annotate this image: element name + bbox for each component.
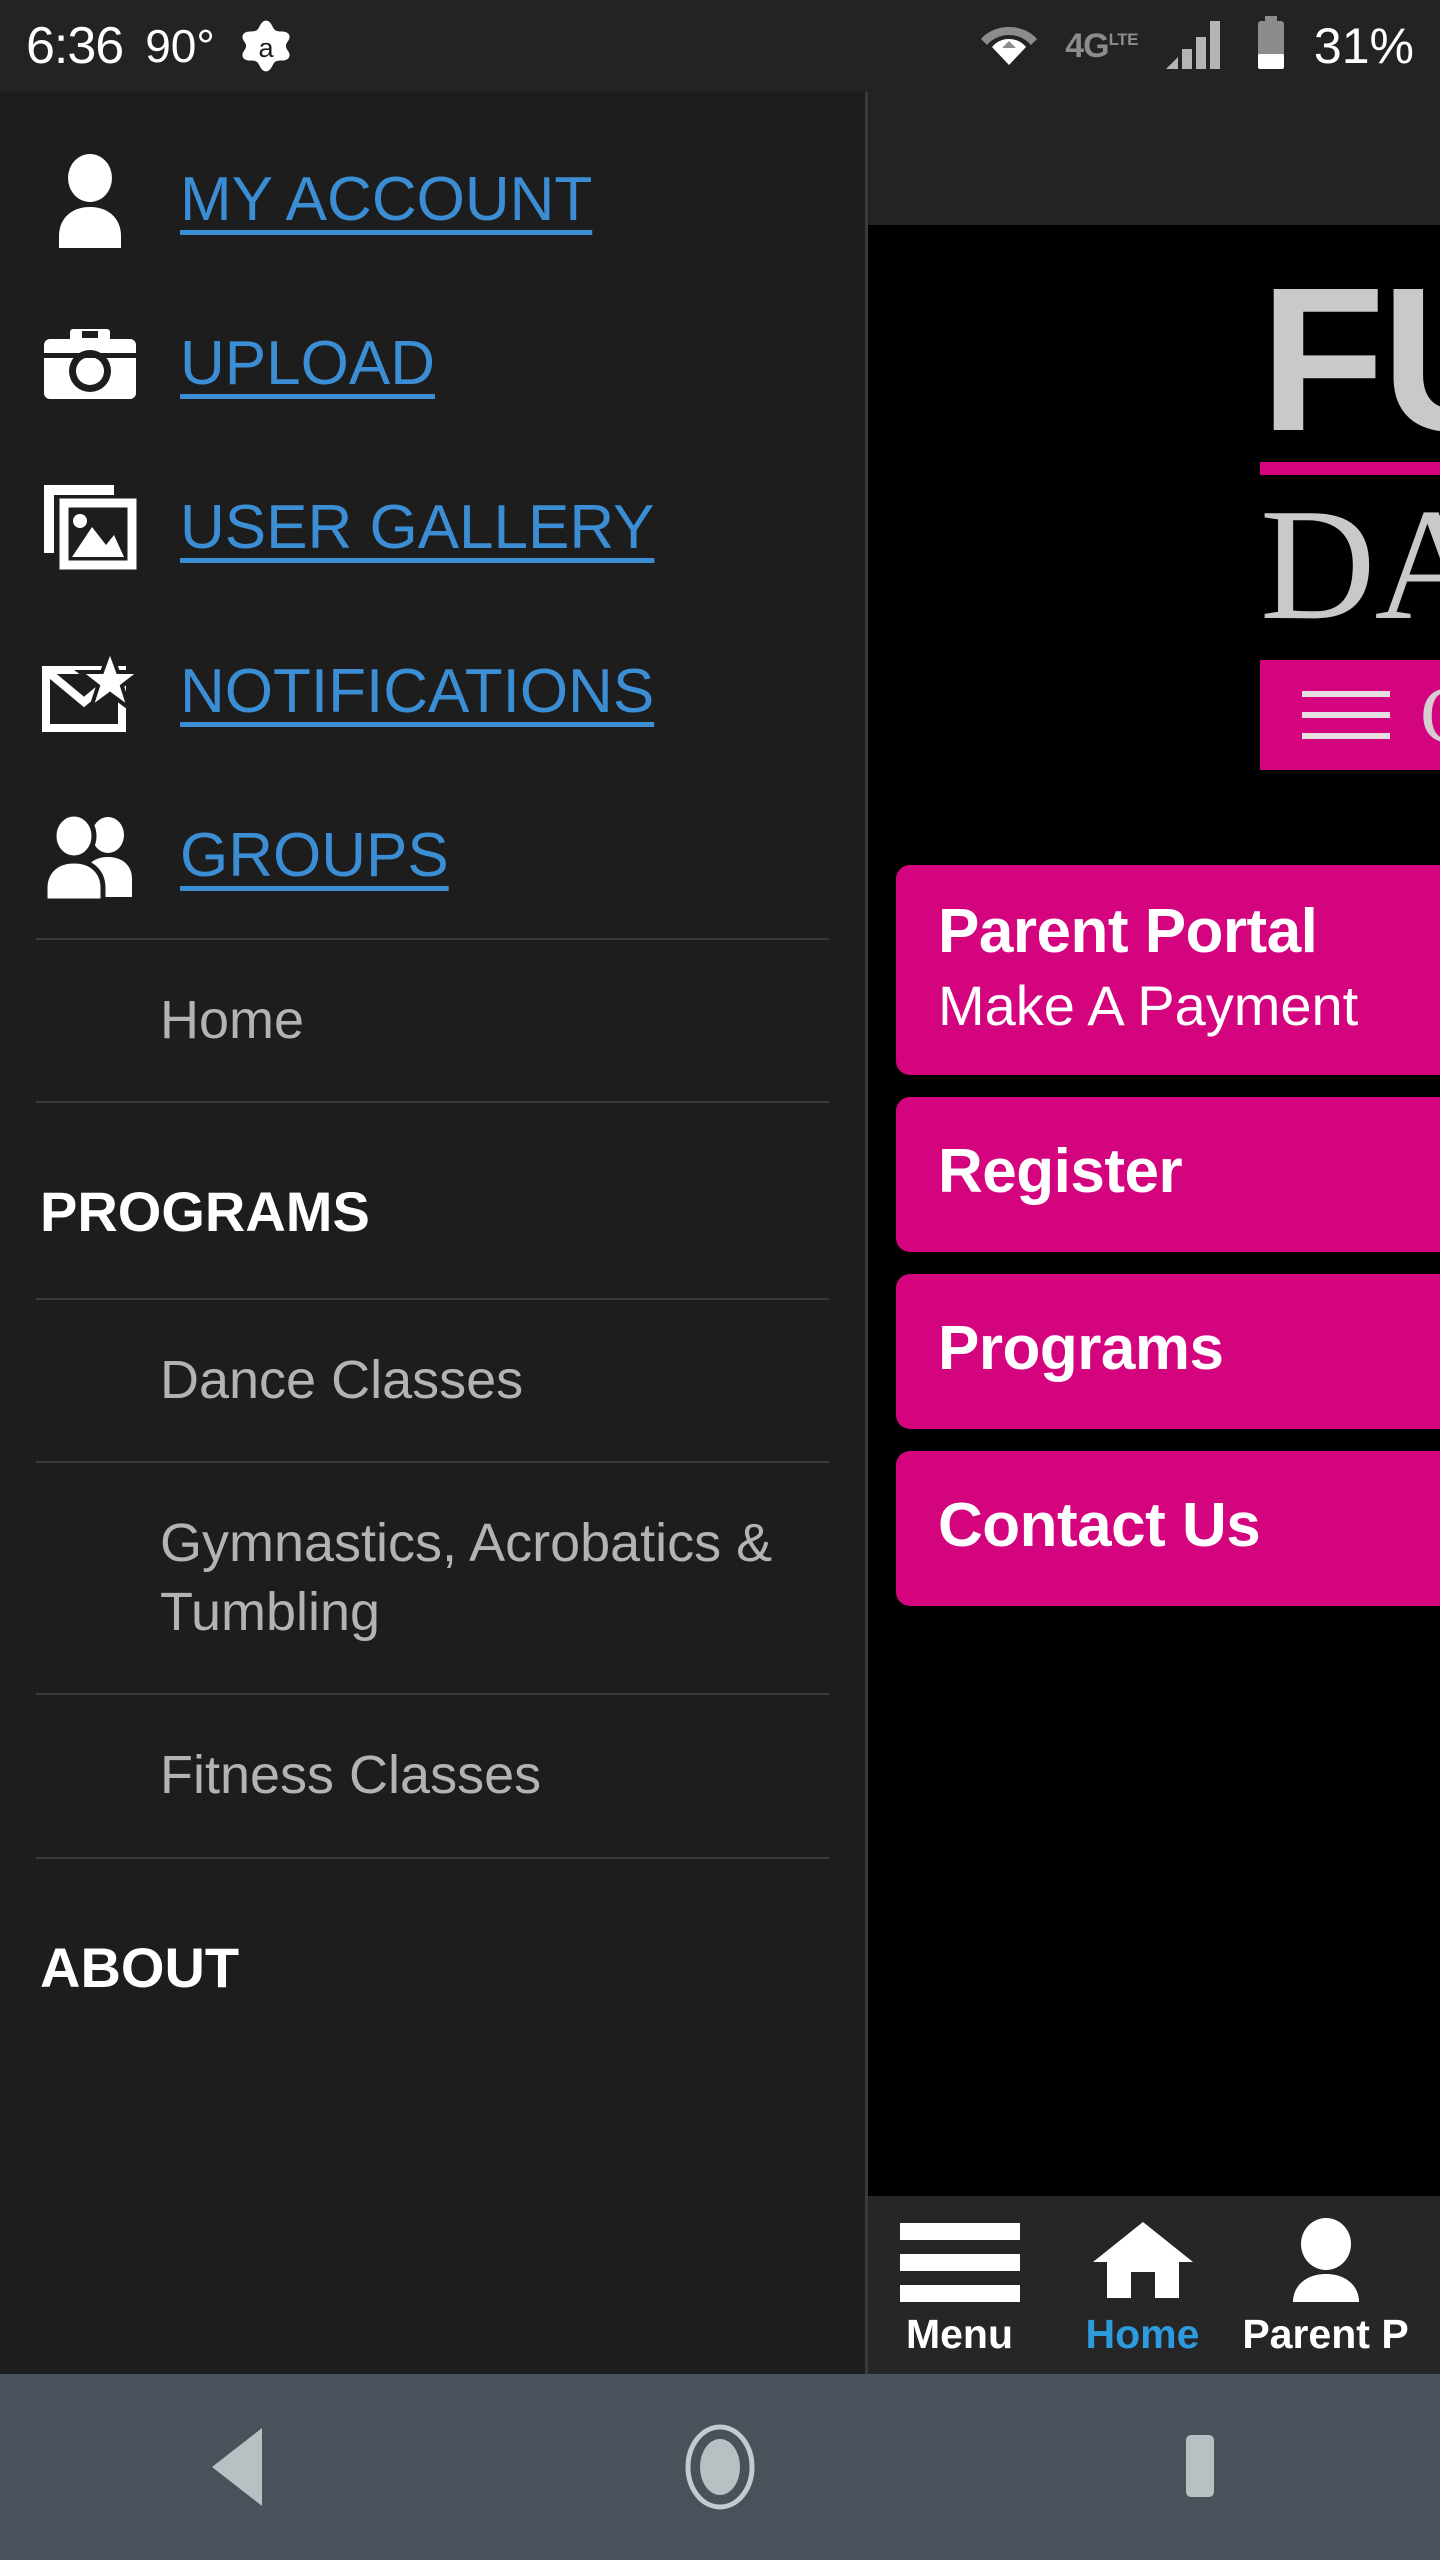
person-icon [1280, 2217, 1372, 2302]
cta-title: Register [938, 1137, 1183, 1207]
tab-label: Menu [905, 2310, 1014, 2357]
status-temperature: 90° [145, 20, 215, 72]
navigation-drawer: MY ACCOUNT UPLOAD USER GALLERY NOTIFICAT… [0, 92, 868, 2374]
tab-menu[interactable]: Menu [868, 2216, 1051, 2355]
status-bar-left: 6:36 90° a [26, 17, 295, 75]
drawer-item-gymnastics[interactable]: Gymnastics, Acrobatics & Tumbling [0, 1463, 865, 1693]
drawer-item-user-gallery[interactable]: USER GALLERY [0, 446, 865, 610]
home-circle-icon[interactable] [615, 2374, 825, 2560]
logo-menu-bar[interactable]: C [1260, 659, 1440, 770]
tab-label: Home [1085, 2310, 1200, 2357]
person-icon [40, 150, 140, 250]
cta-title: Programs [938, 1314, 1224, 1384]
tab-parent-portal[interactable]: Parent P [1234, 2216, 1417, 2355]
drawer-item-dance-classes[interactable]: Dance Classes [0, 1300, 865, 1461]
people-group-icon [40, 806, 140, 906]
contact-us-button[interactable]: Contact Us [896, 1451, 1440, 1606]
avast-icon: a [237, 17, 295, 75]
back-triangle-icon[interactable] [135, 2374, 345, 2560]
logo-line-2: DA [1260, 474, 1440, 653]
photo-gallery-icon [40, 478, 140, 578]
drawer-item-label: UPLOAD [180, 329, 435, 398]
drawer-item-groups[interactable]: GROUPS [0, 774, 865, 938]
drawer-item-label: MY ACCOUNT [180, 165, 593, 234]
envelope-star-icon [40, 642, 140, 742]
tab-label: Parent P [1242, 2310, 1409, 2357]
drawer-item-notifications[interactable]: NOTIFICATIONS [0, 610, 865, 774]
svg-text:a: a [258, 32, 274, 63]
drawer-item-label: USER GALLERY [180, 493, 655, 562]
drawer-item-label: NOTIFICATIONS [180, 657, 655, 726]
parent-portal-button[interactable]: Parent Portal Make A Payment [896, 865, 1440, 1076]
hamburger-icon[interactable] [1302, 690, 1390, 739]
register-button[interactable]: Register [896, 1097, 1440, 1253]
house-icon [1091, 2221, 1195, 2302]
status-bar-right: 4G LTE 31% [979, 15, 1414, 77]
signal-bars-icon [1164, 17, 1228, 76]
drawer-item-fitness-classes[interactable]: Fitness Classes [0, 1695, 865, 1856]
drawer-main-links: MY ACCOUNT UPLOAD USER GALLERY NOTIFICAT… [0, 92, 865, 938]
bottom-tab-bar: Menu Home Parent P [868, 2194, 1440, 2374]
drawer-item-home[interactable]: Home [0, 940, 865, 1101]
logo-line-1: FU [1260, 245, 1440, 474]
status-clock: 6:36 [26, 17, 124, 75]
battery-percent: 31% [1313, 18, 1414, 74]
web-page: FU DA C Parent Portal Make A Payment Reg… [868, 225, 1440, 2284]
drawer-item-my-account[interactable]: MY ACCOUNT [0, 118, 865, 282]
logo-bar-text: C [1420, 673, 1440, 756]
wifi-icon [979, 21, 1039, 72]
drawer-section-programs: PROGRAMS [40, 1180, 370, 1244]
status-bar: 6:36 90° a 4G LTE 31% [0, 0, 1440, 92]
camera-icon [40, 314, 140, 414]
drawer-item-upload[interactable]: UPLOAD [0, 282, 865, 446]
cta-subtitle: Make A Payment [938, 973, 1359, 1037]
drawer-section-about: ABOUT [40, 1935, 240, 1999]
drawer-item-label: GROUPS [180, 821, 449, 890]
site-logo: FU DA C [1260, 245, 1440, 770]
network-type-label: 4G LTE [1065, 27, 1138, 65]
cta-title: Contact Us [938, 1491, 1261, 1561]
recents-square-icon[interactable] [1095, 2374, 1305, 2560]
cta-title: Parent Portal [938, 897, 1318, 966]
hamburger-icon [899, 2222, 1020, 2302]
programs-button[interactable]: Programs [896, 1274, 1440, 1430]
battery-icon [1254, 15, 1288, 77]
cta-button-list: Parent Portal Make A Payment Register Pr… [896, 865, 1440, 1628]
android-navigation-bar [0, 2374, 1440, 2560]
phone-screen: 6:36 90° a 4G LTE 31% F DA Parent Portal… [0, 0, 1440, 2560]
tab-home[interactable]: Home [1051, 2216, 1234, 2355]
